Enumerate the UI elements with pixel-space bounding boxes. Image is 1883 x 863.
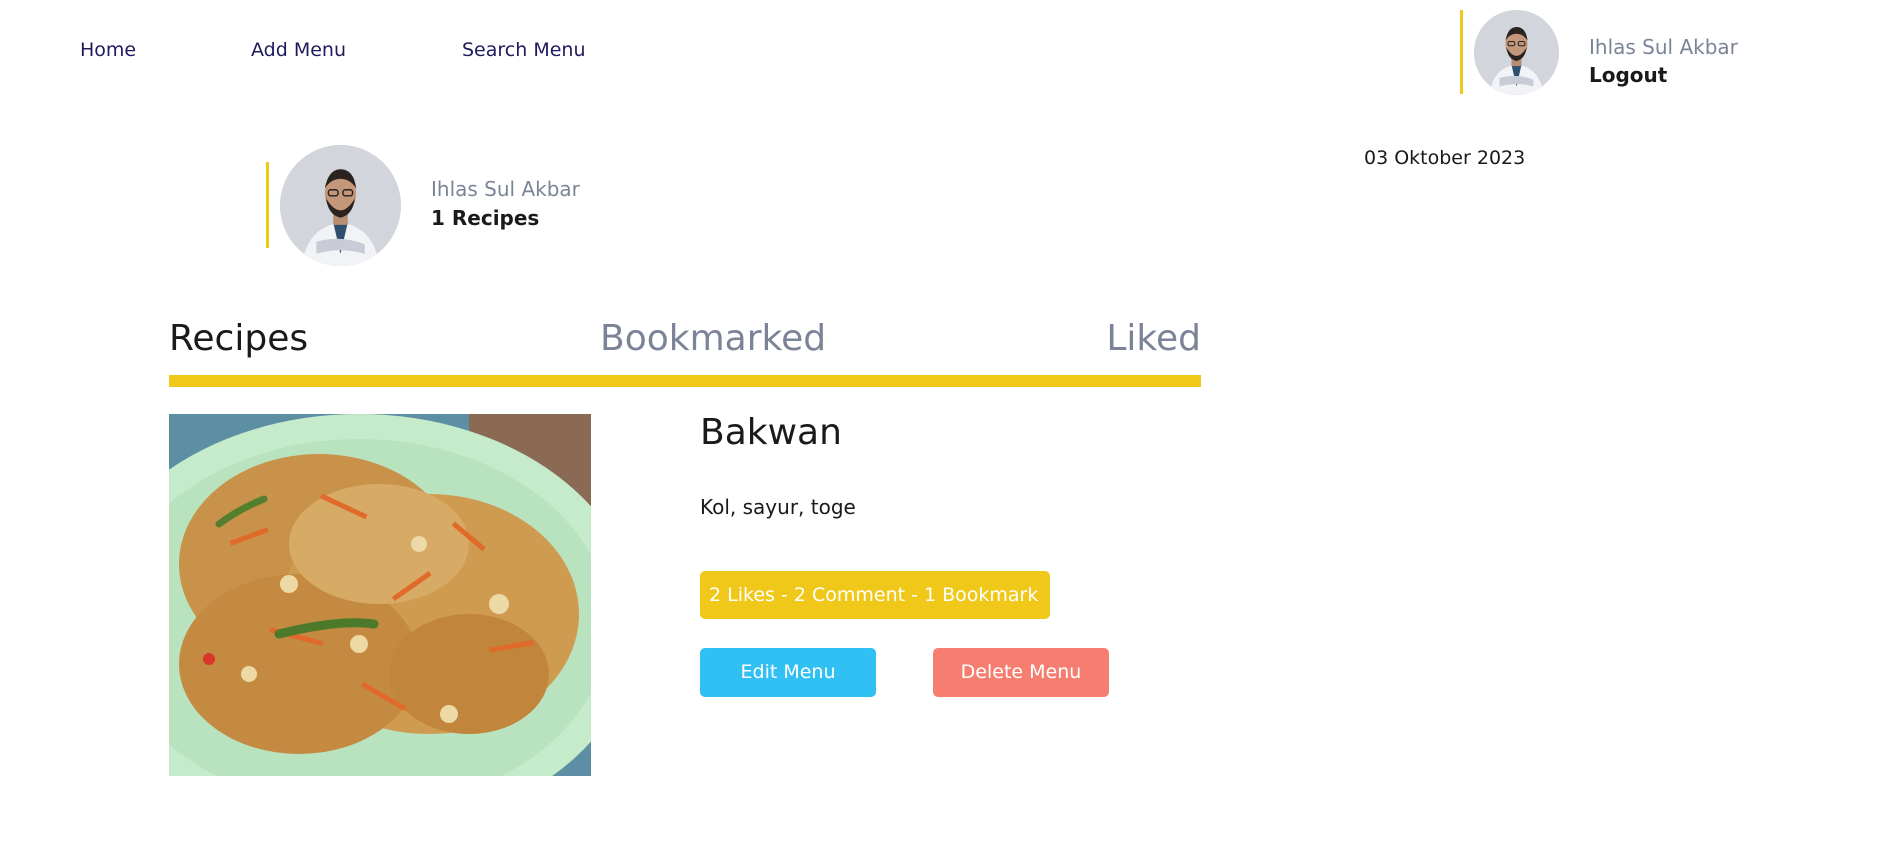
current-date: 03 Oktober 2023: [1364, 147, 1526, 169]
tab-liked[interactable]: Liked: [1106, 318, 1201, 359]
profile-tabs: Recipes Bookmarked Liked: [169, 318, 1201, 388]
person-photo-icon: [1474, 10, 1559, 95]
tab-underline: [169, 375, 1201, 387]
fritter-photo-icon: [169, 414, 591, 776]
profile-summary: Ihlas Sul Akbar 1 Recipes: [266, 145, 580, 266]
user-name: Ihlas Sul Akbar: [1589, 35, 1738, 59]
person-photo-icon: [280, 145, 401, 266]
profile-avatar: [280, 145, 401, 266]
logout-link[interactable]: Logout: [1589, 63, 1667, 87]
profile-name: Ihlas Sul Akbar: [431, 177, 580, 201]
profile-recipe-count: 1 Recipes: [431, 206, 540, 230]
user-menu: Ihlas Sul Akbar Logout: [1460, 10, 1738, 95]
tab-recipes[interactable]: Recipes: [169, 318, 308, 359]
delete-menu-button[interactable]: Delete Menu: [933, 648, 1109, 697]
recipe-image[interactable]: [169, 414, 591, 776]
recipe-title[interactable]: Bakwan: [700, 412, 842, 453]
nav-search-menu-link[interactable]: Search Menu: [462, 39, 585, 61]
edit-menu-button[interactable]: Edit Menu: [700, 648, 876, 697]
tab-bookmarked[interactable]: Bookmarked: [600, 318, 826, 359]
recipe-stats-badge: 2 Likes - 2 Comment - 1 Bookmark: [700, 571, 1050, 619]
nav-add-menu-link[interactable]: Add Menu: [251, 39, 346, 61]
nav-home-link[interactable]: Home: [80, 39, 136, 61]
recipe-ingredients: Kol, sayur, toge: [700, 495, 856, 519]
top-navbar: Home Add Menu Search Menu Ihlas Sul Akba…: [0, 0, 1883, 100]
user-avatar[interactable]: [1474, 10, 1559, 95]
